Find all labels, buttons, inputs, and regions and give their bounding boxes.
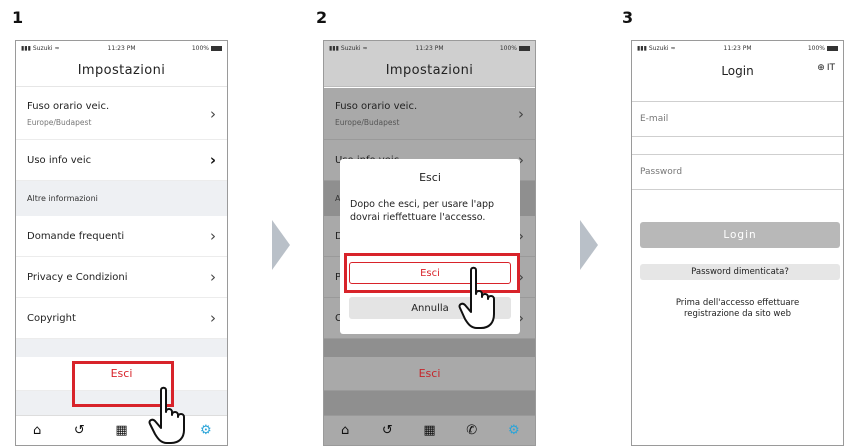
settings-row-privacy[interactable]: Privacy e Condizioni ›: [16, 257, 227, 298]
email-field[interactable]: E-mail: [632, 101, 843, 137]
language-label: IT: [826, 63, 835, 73]
timezone-label: Fuso orario veic.: [27, 100, 110, 112]
login-button[interactable]: Login: [640, 222, 840, 248]
chevron-right-icon: ›: [210, 227, 216, 245]
wifi-icon: ≈: [670, 44, 676, 52]
section-header-other-info: Altre informazioni: [16, 181, 227, 216]
settings-row-timezone: Fuso orario veic. Europe/Budapest ›: [324, 88, 535, 140]
copyright-label: Copyright: [27, 312, 76, 324]
battery-icon: [827, 45, 838, 51]
chevron-right-icon: ›: [518, 104, 524, 123]
history-icon[interactable]: ↺: [64, 423, 94, 438]
chevron-right-icon: ›: [210, 309, 216, 327]
gear-icon[interactable]: ⚙: [191, 423, 221, 438]
history-icon: ↺: [381, 423, 393, 438]
settings-row-faq[interactable]: Domande frequenti ›: [16, 216, 227, 257]
signal-icon: ▮▮▮: [329, 44, 339, 52]
phone-screen-settings: ▮▮▮ Suzuki ≈ 11:23 PM 100% Impostazioni …: [15, 40, 228, 446]
status-time: 11:23 PM: [107, 44, 136, 52]
carrier-label: ▮▮▮ Suzuki ≈: [637, 44, 676, 52]
dialog-cancel-label: Annulla: [411, 302, 449, 314]
wifi-icon: ≈: [54, 44, 60, 52]
timezone-value: Europe/Budapest: [335, 117, 400, 127]
next-step-arrow-1: [272, 220, 290, 270]
vehicle-info-label: Uso info veic: [27, 154, 92, 166]
carrier-label: ▮▮▮ Suzuki ≈: [21, 44, 60, 52]
dialog-message: Dopo che esci, per usare l'app dovrai ri…: [350, 199, 495, 223]
map-icon: ▦: [423, 423, 436, 438]
step-number-3: 3: [622, 8, 634, 27]
status-bar: ▮▮▮ Suzuki ≈ 11:23 PM 100%: [324, 41, 535, 55]
step-number-1: 1: [12, 8, 24, 27]
email-placeholder: E-mail: [640, 114, 669, 124]
language-selector[interactable]: ⊕ IT: [817, 63, 835, 73]
wifi-icon: ≈: [362, 44, 368, 52]
dialog-title: Esci: [419, 171, 441, 184]
home-icon[interactable]: ⌂: [22, 423, 52, 438]
battery-icon: [519, 45, 530, 51]
chevron-right-icon: ›: [210, 268, 216, 286]
chevron-right-icon: ›: [210, 104, 216, 123]
battery-indicator: 100%: [463, 45, 530, 52]
status-time: 11:23 PM: [723, 44, 752, 52]
tab-bar: ⌂ ↺ ▦ ✆ ⚙: [324, 415, 535, 445]
page-title: Login: [721, 64, 754, 78]
phone-icon: ✆: [466, 423, 478, 438]
signal-icon: ▮▮▮: [21, 44, 31, 52]
settings-row-copyright[interactable]: Copyright ›: [16, 298, 227, 339]
signal-icon: ▮▮▮: [637, 44, 647, 52]
section-spacer: [16, 339, 227, 357]
next-step-arrow-2: [580, 220, 598, 270]
password-field[interactable]: Password: [632, 154, 843, 190]
tab-bar: ⌂ ↺ ▦ ✆ ⚙: [16, 415, 227, 445]
section-spacer-bottom: [324, 391, 535, 417]
hand-pointer-icon: [148, 386, 185, 444]
map-icon[interactable]: ▦: [106, 423, 136, 438]
logout-button: Esci: [324, 357, 535, 391]
login-button-label: Login: [723, 229, 757, 241]
battery-icon: [211, 45, 222, 51]
settings-row-timezone[interactable]: Fuso orario veic. Europe/Budapest ›: [16, 88, 227, 140]
privacy-label: Privacy e Condizioni: [27, 271, 128, 283]
page-title: Impostazioni: [16, 55, 227, 87]
status-bar: ▮▮▮ Suzuki ≈ 11:23 PM 100%: [16, 41, 227, 55]
gear-icon: ⚙: [508, 423, 520, 438]
globe-icon: ⊕: [817, 63, 825, 73]
step-number-2: 2: [316, 8, 328, 27]
password-placeholder: Password: [640, 167, 683, 177]
timezone-label: Fuso orario veic.: [335, 100, 418, 112]
home-icon: ⌂: [340, 423, 350, 438]
battery-indicator: 100%: [771, 45, 838, 52]
forgot-password-link[interactable]: Password dimenticata?: [640, 264, 840, 280]
status-bar: ▮▮▮ Suzuki ≈ 11:23 PM 100%: [632, 41, 843, 55]
hand-pointer-icon: [458, 266, 495, 329]
forgot-password-label: Password dimenticata?: [691, 267, 789, 277]
section-spacer: [324, 339, 535, 357]
chevron-right-icon: ›: [209, 151, 216, 169]
settings-row-vehicle-info[interactable]: Uso info veic ›: [16, 140, 227, 181]
phone-screen-login: ▮▮▮ Suzuki ≈ 11:23 PM 100% Login ⊕ IT E-m…: [631, 40, 844, 446]
logout-label: Esci: [418, 367, 441, 380]
register-note: Prima dell'accesso effettuare registrazi…: [675, 298, 800, 319]
status-time: 11:23 PM: [415, 44, 444, 52]
carrier-label: ▮▮▮ Suzuki ≈: [329, 44, 368, 52]
faq-label: Domande frequenti: [27, 230, 125, 242]
battery-indicator: 100%: [155, 45, 222, 52]
phone-screen-dialog: ▮▮▮ Suzuki ≈ 11:23 PM 100% Impostazioni …: [323, 40, 536, 446]
timezone-value: Europe/Budapest: [27, 117, 92, 127]
page-title: Impostazioni: [324, 55, 535, 87]
